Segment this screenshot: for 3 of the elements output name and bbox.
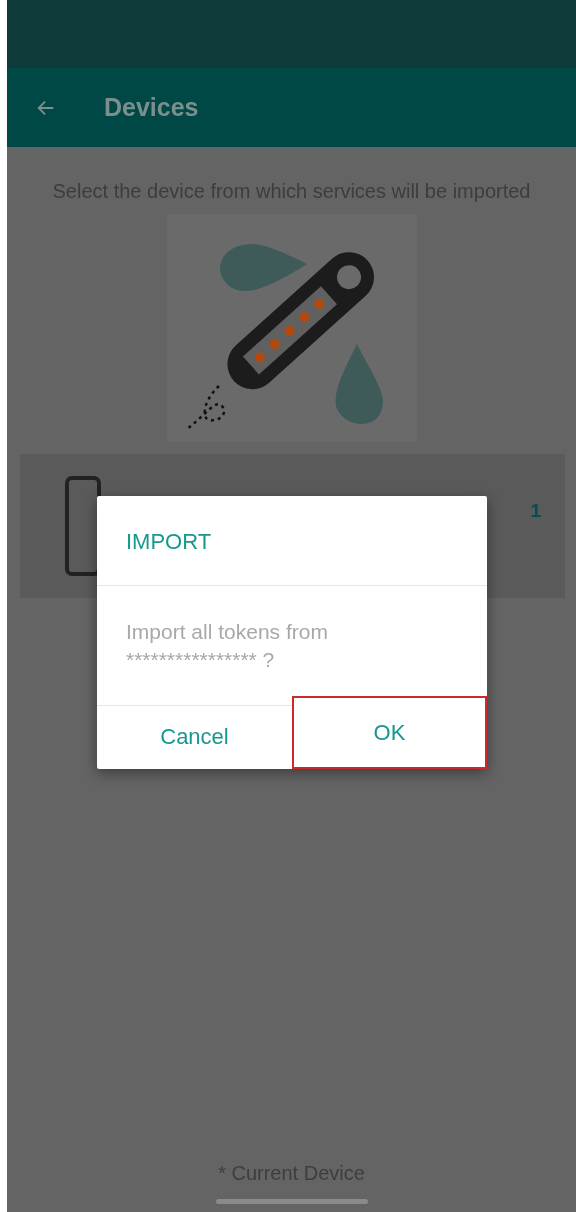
screen-title: Devices bbox=[104, 93, 199, 122]
dialog-title: IMPORT bbox=[97, 496, 487, 586]
token-count: 1 bbox=[530, 500, 541, 522]
